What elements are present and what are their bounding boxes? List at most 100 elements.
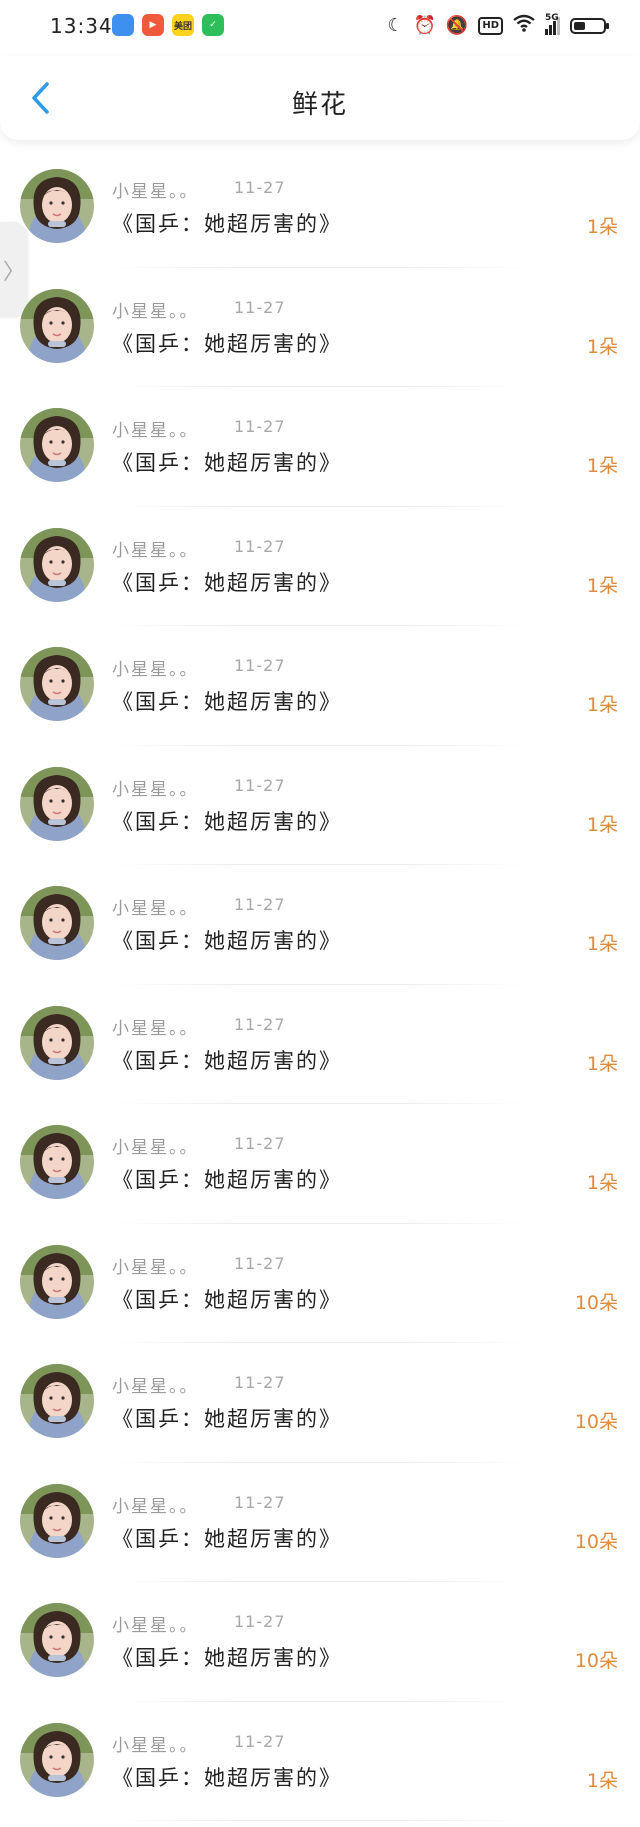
date: 11-27: [234, 1492, 286, 1512]
username: 小星星。。: [112, 1616, 199, 1636]
username: 小星星。。: [112, 1257, 199, 1278]
date: 11-27: [234, 536, 286, 556]
avatar[interactable]: [20, 647, 94, 721]
wifi-icon: [513, 14, 535, 38]
flower-count: 1朵: [586, 574, 618, 597]
avatar[interactable]: [20, 169, 94, 243]
username: 小星星。。: [112, 660, 199, 680]
item-title: 《国乒：她超厉害的》: [112, 570, 342, 595]
username: 小星星。。: [112, 899, 199, 919]
item-title: 《国乒：她超厉害的》: [112, 1287, 342, 1312]
network-type: 5G: [545, 13, 559, 23]
avatar[interactable]: [20, 527, 94, 602]
hd-icon: HD: [478, 17, 503, 35]
item-title: 《国乒：她超厉害的》: [112, 690, 342, 714]
flower-count: 1朵: [586, 455, 618, 477]
list-item[interactable]: 小星星。。 11-27 《国乒：她超厉害的》 1朵: [0, 387, 640, 507]
avatar[interactable]: [20, 766, 94, 841]
item-title: 《国乒：她超厉害的》: [112, 1646, 342, 1670]
flower-list: 小星星。。 11-27 《国乒：她超厉害的》 1朵 小星星。。 11-27 《国…: [0, 148, 640, 1821]
avatar[interactable]: [20, 288, 94, 363]
avatar[interactable]: [20, 1483, 94, 1558]
date: 11-27: [234, 1373, 286, 1392]
item-title: 《国乒：她超厉害的》: [112, 1048, 342, 1073]
list-item[interactable]: 小星星。。 11-27 《国乒：她超厉害的》 1朵: [0, 985, 640, 1105]
moon-icon: ☾: [387, 15, 404, 36]
list-item[interactable]: 小星星。。 11-27 《国乒：她超厉害的》 1朵: [0, 1702, 640, 1822]
item-title: 《国乒：她超厉害的》: [112, 929, 342, 953]
list-item[interactable]: 小星星。。 11-27 《国乒：她超厉害的》 1朵: [0, 865, 640, 985]
date: 11-27: [234, 1014, 286, 1034]
flower-count: 1朵: [586, 933, 618, 955]
page-title: 鲜花: [291, 90, 348, 120]
username: 小星星。。: [112, 779, 199, 800]
date: 11-27: [234, 1612, 286, 1631]
list-item[interactable]: 小星星。。 11-27 《国乒：她超厉害的》 1朵: [0, 268, 640, 388]
status-indicators: ☾ ⏰ 🔕 HD 5G: [387, 13, 609, 38]
flower-count: 10朵: [574, 1411, 618, 1433]
username: 小星星。。: [112, 1138, 199, 1158]
username: 小星星。。: [112, 1496, 199, 1517]
list-item[interactable]: 小星星。。 11-27 《国乒：她超厉害的》 10朵: [0, 1463, 640, 1583]
flower-count: 10朵: [574, 1530, 618, 1553]
status-time: 13:34: [50, 14, 113, 38]
avatar[interactable]: [20, 1364, 94, 1438]
notification-app-icons: ▶ 美团 ✓: [112, 14, 224, 36]
flower-count: 1朵: [586, 216, 618, 238]
list-item[interactable]: 小星星。。 11-27 《国乒：她超厉害的》 10朵: [0, 1343, 640, 1463]
list-item[interactable]: 小星星。。 11-27 《国乒：她超厉害的》 1朵: [0, 626, 640, 746]
date: 11-27: [234, 775, 286, 795]
date: 11-27: [234, 178, 286, 197]
item-title: 《国乒：她超厉害的》: [112, 331, 342, 356]
avatar[interactable]: [20, 1125, 94, 1199]
username: 小星星。。: [112, 421, 199, 441]
meituan-icon: 美团: [172, 14, 194, 36]
date: 11-27: [234, 417, 286, 436]
list-item[interactable]: 小星星。。 11-27 《国乒：她超厉害的》 1朵: [0, 148, 640, 268]
avatar[interactable]: [20, 1603, 94, 1677]
username: 小星星。。: [112, 1377, 199, 1397]
username: 小星星。。: [112, 1735, 199, 1756]
username: 小星星。。: [112, 182, 199, 202]
flower-count: 1朵: [586, 1172, 618, 1194]
item-title: 《国乒：她超厉害的》: [112, 1168, 342, 1192]
app-blue-icon: [112, 14, 134, 36]
list-item[interactable]: 小星星。。 11-27 《国乒：她超厉害的》 1朵: [0, 507, 640, 627]
item-title: 《国乒：她超厉害的》: [112, 809, 342, 834]
item-title: 《国乒：她超厉害的》: [112, 1526, 342, 1551]
app-green-icon: ✓: [202, 14, 224, 36]
username: 小星星。。: [112, 301, 199, 322]
flower-count: 1朵: [586, 813, 618, 836]
date: 11-27: [234, 1253, 286, 1273]
alarm-icon: ⏰: [413, 15, 436, 36]
signal-icon: 5G: [545, 13, 560, 35]
status-bar: 13:34 ▶ 美团 ✓ ☾ ⏰ 🔕 HD 5G: [0, 0, 640, 56]
flower-count: 10朵: [574, 1291, 618, 1314]
battery-icon: [570, 18, 609, 34]
date: 11-27: [234, 297, 286, 317]
avatar[interactable]: [20, 1005, 94, 1080]
date: 11-27: [234, 656, 286, 675]
list-item[interactable]: 小星星。。 11-27 《国乒：她超厉害的》 1朵: [0, 746, 640, 866]
item-title: 《国乒：她超厉害的》: [112, 1407, 342, 1431]
list-item[interactable]: 小星星。。 11-27 《国乒：她超厉害的》 10朵: [0, 1224, 640, 1344]
app-play-icon: ▶: [142, 14, 164, 36]
date: 11-27: [234, 895, 286, 914]
list-item[interactable]: 小星星。。 11-27 《国乒：她超厉害的》 10朵: [0, 1582, 640, 1702]
flower-count: 1朵: [586, 335, 618, 358]
flower-count: 10朵: [574, 1650, 618, 1672]
flower-count: 1朵: [586, 694, 618, 716]
mute-icon: 🔕: [445, 15, 469, 36]
avatar[interactable]: [20, 1244, 94, 1319]
avatar[interactable]: [20, 1722, 94, 1797]
list-item[interactable]: 小星星。。 11-27 《国乒：她超厉害的》 1朵: [0, 1104, 640, 1224]
avatar[interactable]: [20, 408, 94, 482]
item-title: 《国乒：她超厉害的》: [112, 212, 342, 236]
avatar[interactable]: [20, 886, 94, 960]
date: 11-27: [234, 1731, 286, 1751]
date: 11-27: [234, 1134, 286, 1153]
item-title: 《国乒：她超厉害的》: [112, 451, 342, 475]
flower-count: 1朵: [586, 1769, 618, 1792]
item-title: 《国乒：她超厉害的》: [112, 1765, 342, 1790]
flower-count: 1朵: [586, 1052, 618, 1075]
